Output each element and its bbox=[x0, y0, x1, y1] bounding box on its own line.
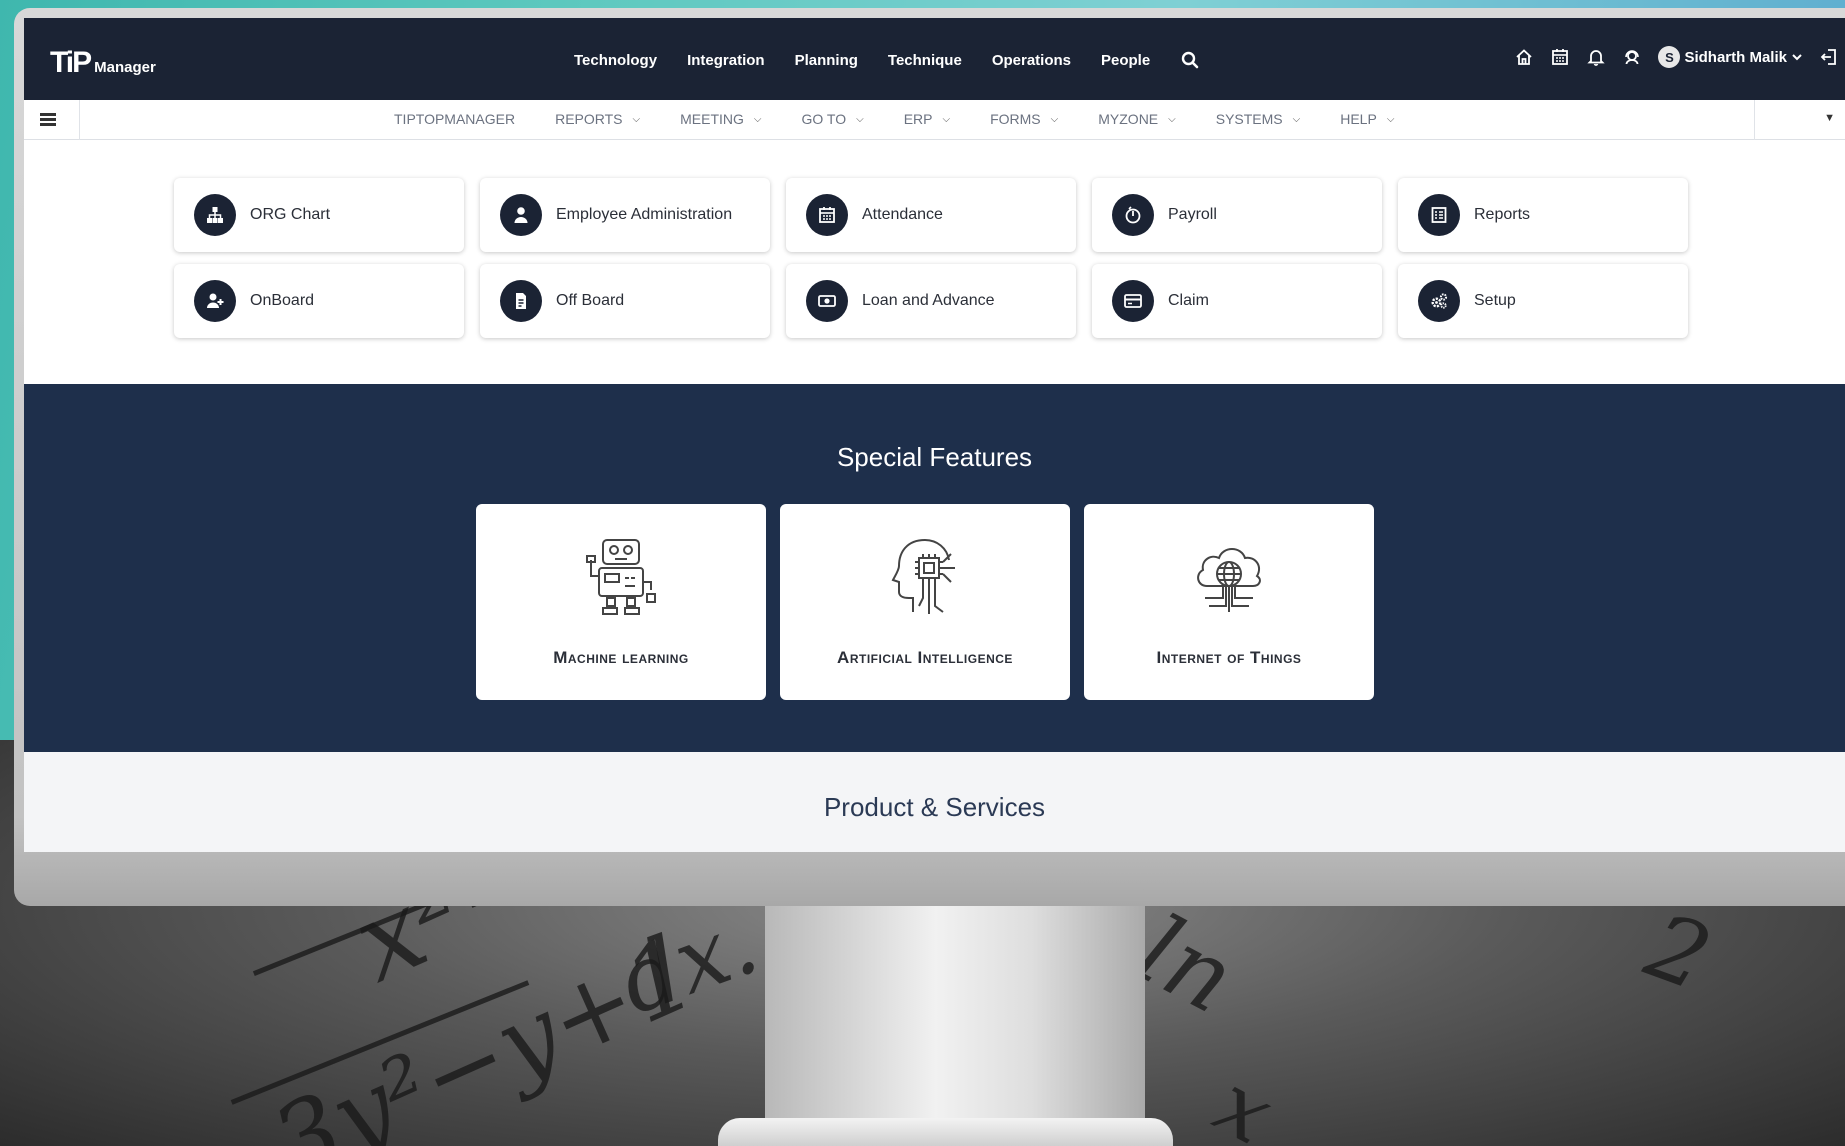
avatar: S bbox=[1658, 46, 1681, 68]
feature-artificial-intelligence[interactable]: Artificial Intelligence bbox=[780, 504, 1070, 700]
feature-internet-of-things[interactable]: Internet of Things bbox=[1084, 504, 1374, 700]
submenu-go-to[interactable]: GO TO ⌵ bbox=[802, 111, 864, 127]
nav-integration[interactable]: Integration bbox=[687, 52, 765, 69]
chevron-down-icon: ⌵ bbox=[856, 113, 864, 125]
submenu-systems[interactable]: SYSTEMS ⌵ bbox=[1216, 111, 1301, 127]
org-chart-icon bbox=[194, 194, 236, 236]
user-name: Sidharth Malik bbox=[1684, 48, 1787, 66]
nav-technique[interactable]: Technique bbox=[888, 52, 962, 69]
feature-machine-learning[interactable]: Machine learning bbox=[476, 504, 766, 700]
calendar-icon[interactable] bbox=[1550, 47, 1570, 67]
section-title: Special Features bbox=[836, 442, 1033, 472]
submenu-tiptopmanager[interactable]: TIPTOPMANAGER bbox=[394, 111, 515, 127]
document-icon bbox=[500, 280, 542, 322]
chevron-down-icon: ⌵ bbox=[1050, 113, 1059, 125]
chevron-down-icon: ⌵ bbox=[1386, 113, 1395, 125]
nav-people[interactable]: People bbox=[1101, 52, 1150, 69]
tile-label: Setup bbox=[1474, 292, 1516, 309]
top-app-bar: TiP Manager Technology Integration Planni… bbox=[24, 18, 1845, 100]
tile-setup[interactable]: Setup bbox=[1398, 264, 1688, 338]
chevron-down-icon: ⌵ bbox=[1168, 113, 1176, 125]
money-icon bbox=[806, 280, 848, 322]
submenu-help[interactable]: HELP ⌵ bbox=[1340, 111, 1394, 127]
tile-label: Attendance bbox=[862, 206, 943, 223]
caret-down-icon[interactable]: ▼ bbox=[1824, 112, 1835, 124]
support-icon[interactable] bbox=[1622, 47, 1642, 67]
submenu-forms[interactable]: FORMS ⌵ bbox=[990, 111, 1058, 127]
employee-icon bbox=[500, 194, 542, 236]
tile-loan-and-advance[interactable]: Loan and Advance bbox=[786, 264, 1076, 338]
home-icon[interactable] bbox=[1514, 47, 1534, 67]
chevron-down-icon: ⌵ bbox=[942, 113, 951, 125]
tile-off-board[interactable]: Off Board bbox=[480, 264, 770, 338]
app-logo[interactable]: TiP Manager bbox=[50, 46, 156, 80]
submenu-erp[interactable]: ERP ⌵ bbox=[904, 111, 950, 127]
payroll-icon bbox=[1112, 194, 1154, 236]
card-icon bbox=[1112, 280, 1154, 322]
feature-label: Machine learning bbox=[553, 648, 689, 667]
tile-attendance[interactable]: Attendance bbox=[786, 178, 1076, 252]
tile-label: Loan and Advance bbox=[862, 292, 995, 309]
logout-icon[interactable] bbox=[1819, 47, 1839, 67]
monitor-screen: TiP Manager Technology Integration Planni… bbox=[24, 18, 1845, 852]
tile-label: OnBoard bbox=[250, 292, 315, 309]
calendar-icon bbox=[806, 194, 848, 236]
tile-reports[interactable]: Reports bbox=[1398, 178, 1688, 252]
user-add-icon bbox=[194, 280, 236, 322]
monitor-stand-base bbox=[718, 1118, 1173, 1146]
products-section: Product & Services bbox=[24, 752, 1845, 852]
header-actions: S Sidharth Malik bbox=[1514, 46, 1839, 68]
quick-access-tiles: ORG Chart Employee Administration Attend… bbox=[174, 178, 1688, 338]
chevron-down-icon: ⌵ bbox=[753, 113, 762, 125]
chevron-down-icon bbox=[1792, 54, 1802, 61]
user-menu[interactable]: S Sidharth Malik bbox=[1658, 46, 1803, 68]
gears-icon bbox=[1418, 280, 1460, 322]
ai-head-icon bbox=[891, 539, 955, 614]
tile-label: Claim bbox=[1168, 292, 1209, 309]
sub-nav: TIPTOPMANAGER REPORTS ⌵ MEETING ⌵ GO TO ⌵ E… bbox=[394, 111, 1394, 127]
tile-org-chart[interactable]: ORG Chart bbox=[174, 178, 464, 252]
feature-label: Internet of Things bbox=[1156, 648, 1302, 667]
search-icon[interactable] bbox=[1180, 50, 1200, 70]
submenu-meeting[interactable]: MEETING ⌵ bbox=[680, 111, 761, 127]
section-title: Product & Services bbox=[823, 792, 1046, 822]
tile-label: Reports bbox=[1474, 206, 1531, 223]
submenu-reports[interactable]: REPORTS ⌵ bbox=[555, 111, 640, 127]
tile-employee-administration[interactable]: Employee Administration bbox=[480, 178, 770, 252]
nav-technology[interactable]: Technology bbox=[574, 52, 657, 69]
reports-icon bbox=[1418, 194, 1460, 236]
robot-icon bbox=[586, 539, 656, 615]
sub-menu-bar: TIPTOPMANAGER REPORTS ⌵ MEETING ⌵ GO TO ⌵ E… bbox=[24, 100, 1845, 140]
nav-operations[interactable]: Operations bbox=[992, 52, 1071, 69]
tile-payroll[interactable]: Payroll bbox=[1092, 178, 1382, 252]
chevron-down-icon: ⌵ bbox=[1292, 113, 1301, 125]
logo-mark: TiP bbox=[50, 46, 92, 79]
feature-cards: Machine learning Artificial Intelligence bbox=[476, 504, 1374, 700]
tile-onboard[interactable]: OnBoard bbox=[174, 264, 464, 338]
special-features-section: Special Features Machine learning Artifi… bbox=[24, 384, 1845, 752]
tile-claim[interactable]: Claim bbox=[1092, 264, 1382, 338]
feature-label: Artificial Intelligence bbox=[837, 648, 1013, 667]
tile-label: Payroll bbox=[1168, 206, 1217, 223]
nav-planning[interactable]: Planning bbox=[795, 52, 858, 69]
bell-icon[interactable] bbox=[1586, 47, 1606, 67]
chevron-down-icon: ⌵ bbox=[632, 113, 641, 125]
tile-label: Off Board bbox=[556, 292, 625, 309]
iot-cloud-icon bbox=[1197, 548, 1261, 612]
main-nav: Technology Integration Planning Techniqu… bbox=[574, 50, 1200, 70]
logo-subtitle: Manager bbox=[94, 59, 156, 76]
monitor-stand bbox=[765, 900, 1145, 1146]
tile-label: ORG Chart bbox=[250, 206, 331, 223]
tile-label: Employee Administration bbox=[556, 206, 733, 223]
submenu-myzone[interactable]: MYZONE ⌵ bbox=[1098, 111, 1175, 127]
hamburger-menu-icon[interactable] bbox=[38, 110, 60, 130]
